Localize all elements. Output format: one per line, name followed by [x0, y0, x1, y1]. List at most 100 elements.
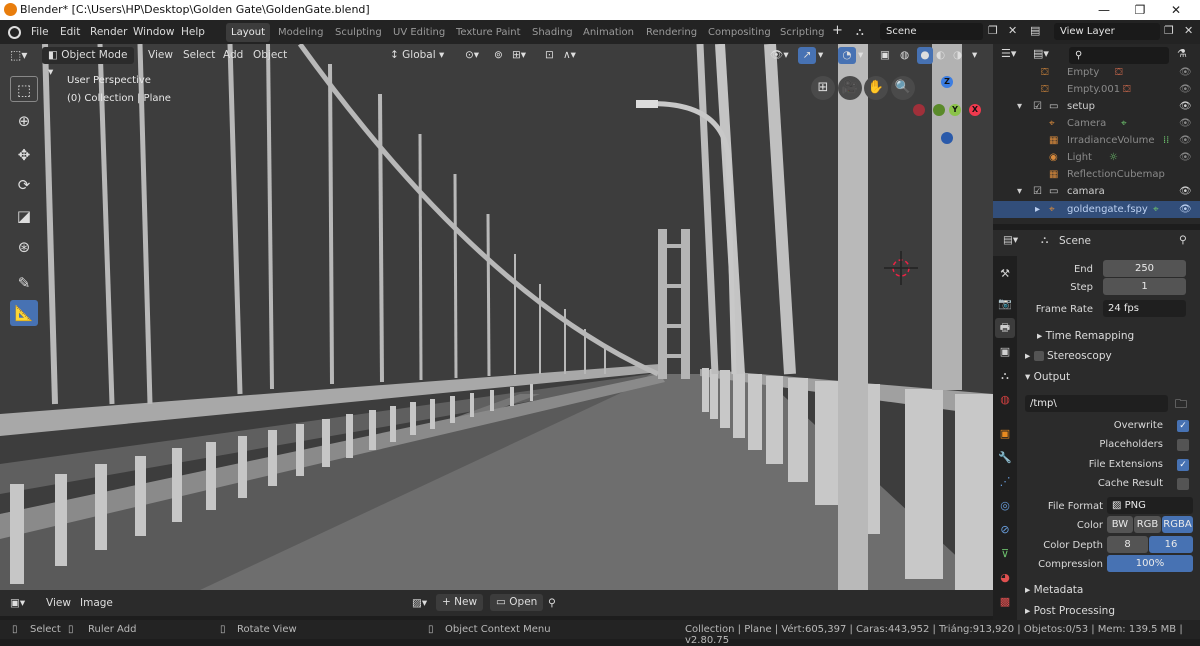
checkbox-icon[interactable]: ☑	[1033, 98, 1042, 115]
annotate-tool-icon[interactable]: ✎	[10, 270, 38, 296]
filter-icon[interactable]: ⚗	[1177, 47, 1187, 60]
delete-scene-icon[interactable]: ✕	[1008, 24, 1017, 37]
blender-menu-icon[interactable]	[8, 26, 21, 39]
tab-sculpting[interactable]: Sculpting	[330, 23, 387, 42]
wireframe-shading-icon[interactable]: ◍	[900, 47, 909, 64]
move-tool-icon[interactable]: ✥	[10, 142, 38, 168]
stereoscopy-checkbox[interactable]	[1033, 351, 1044, 361]
scale-tool-icon[interactable]: ◪	[10, 203, 38, 229]
shading-dropdown-icon[interactable]: ▾	[972, 47, 977, 64]
gizmo-toggle-icon[interactable]: ↗	[798, 47, 816, 64]
data-tab-icon[interactable]: ⊽	[995, 544, 1015, 564]
solid-shading-icon[interactable]: ●	[917, 47, 933, 64]
outliner-row[interactable]: ◉ Light ☼ 👁	[993, 149, 1200, 166]
file-format-dropdown[interactable]: ▨ PNG	[1107, 497, 1193, 514]
cache-result-checkbox[interactable]	[1177, 478, 1189, 490]
color-rgba-option[interactable]: RGBA	[1162, 516, 1193, 533]
outliner-search-field[interactable]: ⚲	[1069, 47, 1169, 64]
object-mode-dropdown[interactable]: ◧ Object Mode ▾	[42, 47, 134, 78]
visibility-icon[interactable]: 👁▾	[770, 47, 789, 64]
camera-view-icon[interactable]: 🎥	[838, 76, 862, 100]
close-button[interactable]: ✕	[1158, 1, 1194, 19]
expand-icon[interactable]: ▾	[1017, 183, 1022, 200]
menu-window[interactable]: Window	[133, 26, 174, 38]
pivot-icon[interactable]: ⊙▾	[465, 47, 479, 64]
constraints-tab-icon[interactable]: ⊘	[995, 520, 1015, 540]
open-image-button[interactable]: ▭ Open	[490, 594, 544, 611]
material-tab-icon[interactable]: ◕	[995, 568, 1015, 588]
add-workspace-button[interactable]: +	[832, 23, 843, 38]
material-shading-icon[interactable]: ◐	[936, 47, 945, 64]
image-browse-icon[interactable]: ▨▾	[412, 595, 427, 612]
tab-scripting[interactable]: Scripting	[775, 23, 829, 42]
post-processing-header[interactable]: ▸ Post Processing	[1025, 605, 1115, 617]
expand-icon[interactable]: ▸	[1035, 201, 1040, 218]
tab-compositing[interactable]: Compositing	[703, 23, 776, 42]
outliner-editor-icon[interactable]: ☰▾	[1001, 47, 1016, 60]
outliner-row[interactable]: ⌖ Camera ⌖ 👁	[993, 115, 1200, 132]
frame-step-field[interactable]: 1	[1103, 278, 1186, 295]
menu-render[interactable]: Render	[90, 26, 127, 38]
world-tab-icon[interactable]: ◍	[995, 390, 1015, 410]
menu-file[interactable]: File	[31, 26, 49, 38]
select-box-icon[interactable]: ⬚	[10, 76, 38, 102]
view-layer-field[interactable]: View Layer	[1054, 23, 1160, 40]
color-depth-8-option[interactable]: 8	[1107, 536, 1148, 553]
tool-tab-icon[interactable]: ⚒	[995, 264, 1015, 284]
eye-icon[interactable]: 👁	[1179, 115, 1192, 132]
xray-icon[interactable]: ▣	[880, 47, 890, 64]
color-depth-16-option[interactable]: 16	[1149, 536, 1193, 553]
rendered-shading-icon[interactable]: ◑	[953, 47, 962, 64]
outliner-row[interactable]: ⛋ Empty ⛋ 👁	[993, 64, 1200, 81]
viewport-menu-add[interactable]: Add	[223, 47, 243, 64]
view-layer-tab-icon[interactable]: ▣	[995, 342, 1015, 362]
checkbox-icon[interactable]: ☑	[1033, 183, 1042, 200]
new-image-button[interactable]: + New	[436, 594, 484, 611]
editor-type-icon[interactable]: ⬚▾	[10, 47, 27, 64]
gizmo-neg-x-axis[interactable]	[913, 104, 925, 116]
frame-rate-dropdown[interactable]: 24 fps	[1103, 300, 1186, 317]
gizmo-neg-z-axis[interactable]	[941, 132, 953, 144]
texture-tab-icon[interactable]: ▩	[995, 592, 1015, 612]
color-rgb-option[interactable]: RGB	[1134, 516, 1161, 533]
outliner-row[interactable]: ▦ ReflectionCubemap	[993, 166, 1200, 183]
eye-icon[interactable]: 👁	[1179, 98, 1192, 115]
folder-browse-icon[interactable]: 🗀	[1175, 395, 1187, 416]
eye-icon[interactable]: 👁	[1179, 149, 1192, 166]
outliner-row[interactable]: ▾ ☑ ▭ setup 👁	[993, 98, 1200, 115]
tab-shading[interactable]: Shading	[527, 23, 578, 42]
overlay-dropdown-icon[interactable]: ▾	[858, 47, 863, 64]
tab-texture-paint[interactable]: Texture Paint	[451, 23, 526, 42]
image-menu-view[interactable]: View	[46, 595, 71, 612]
pan-view-icon[interactable]: ✋	[864, 76, 888, 100]
modifier-tab-icon[interactable]: 🔧	[995, 448, 1015, 468]
falloff-icon[interactable]: ∧▾	[563, 47, 576, 64]
pin-icon[interactable]: ⚲	[1179, 234, 1187, 246]
snap-target-icon[interactable]: ⊞▾	[512, 47, 526, 64]
eye-icon[interactable]: 👁	[1179, 132, 1192, 149]
overlay-toggle-icon[interactable]: ◔	[838, 47, 856, 64]
image-editor-type-icon[interactable]: ▣▾	[10, 595, 25, 612]
compression-slider[interactable]: 100%	[1107, 555, 1193, 572]
tab-animation[interactable]: Animation	[578, 23, 639, 42]
new-scene-icon[interactable]: ❐	[988, 24, 998, 37]
ortho-toggle-icon[interactable]: ⊞	[811, 76, 835, 100]
gizmo-dropdown-icon[interactable]: ▾	[818, 47, 823, 64]
eye-icon[interactable]: 👁	[1179, 201, 1192, 218]
pin-icon[interactable]: ⚲	[548, 595, 556, 612]
maximize-button[interactable]: ❐	[1122, 1, 1158, 19]
new-view-layer-icon[interactable]: ❐	[1164, 24, 1174, 37]
file-extensions-checkbox[interactable]: ✓	[1177, 459, 1189, 471]
time-remapping-header[interactable]: ▸ Time Remapping	[1037, 330, 1134, 342]
eye-icon[interactable]: 👁	[1179, 81, 1192, 98]
menu-edit[interactable]: Edit	[60, 26, 80, 38]
outliner-row[interactable]: ▾ ☑ ▭ camara 👁	[993, 183, 1200, 200]
color-bw-option[interactable]: BW	[1107, 516, 1133, 533]
outliner-row[interactable]: ⛋ Empty.001 ⛋ 👁	[993, 81, 1200, 98]
stereoscopy-header[interactable]: ▸ Stereoscopy	[1025, 350, 1112, 362]
snap-icon[interactable]: ⊚	[494, 47, 503, 64]
gizmo-y-axis[interactable]: Y	[949, 104, 961, 116]
output-header[interactable]: ▾ Output	[1025, 371, 1070, 383]
scene-tab-icon[interactable]: ⛬	[995, 366, 1015, 386]
render-tab-icon[interactable]: 📷	[995, 294, 1015, 314]
